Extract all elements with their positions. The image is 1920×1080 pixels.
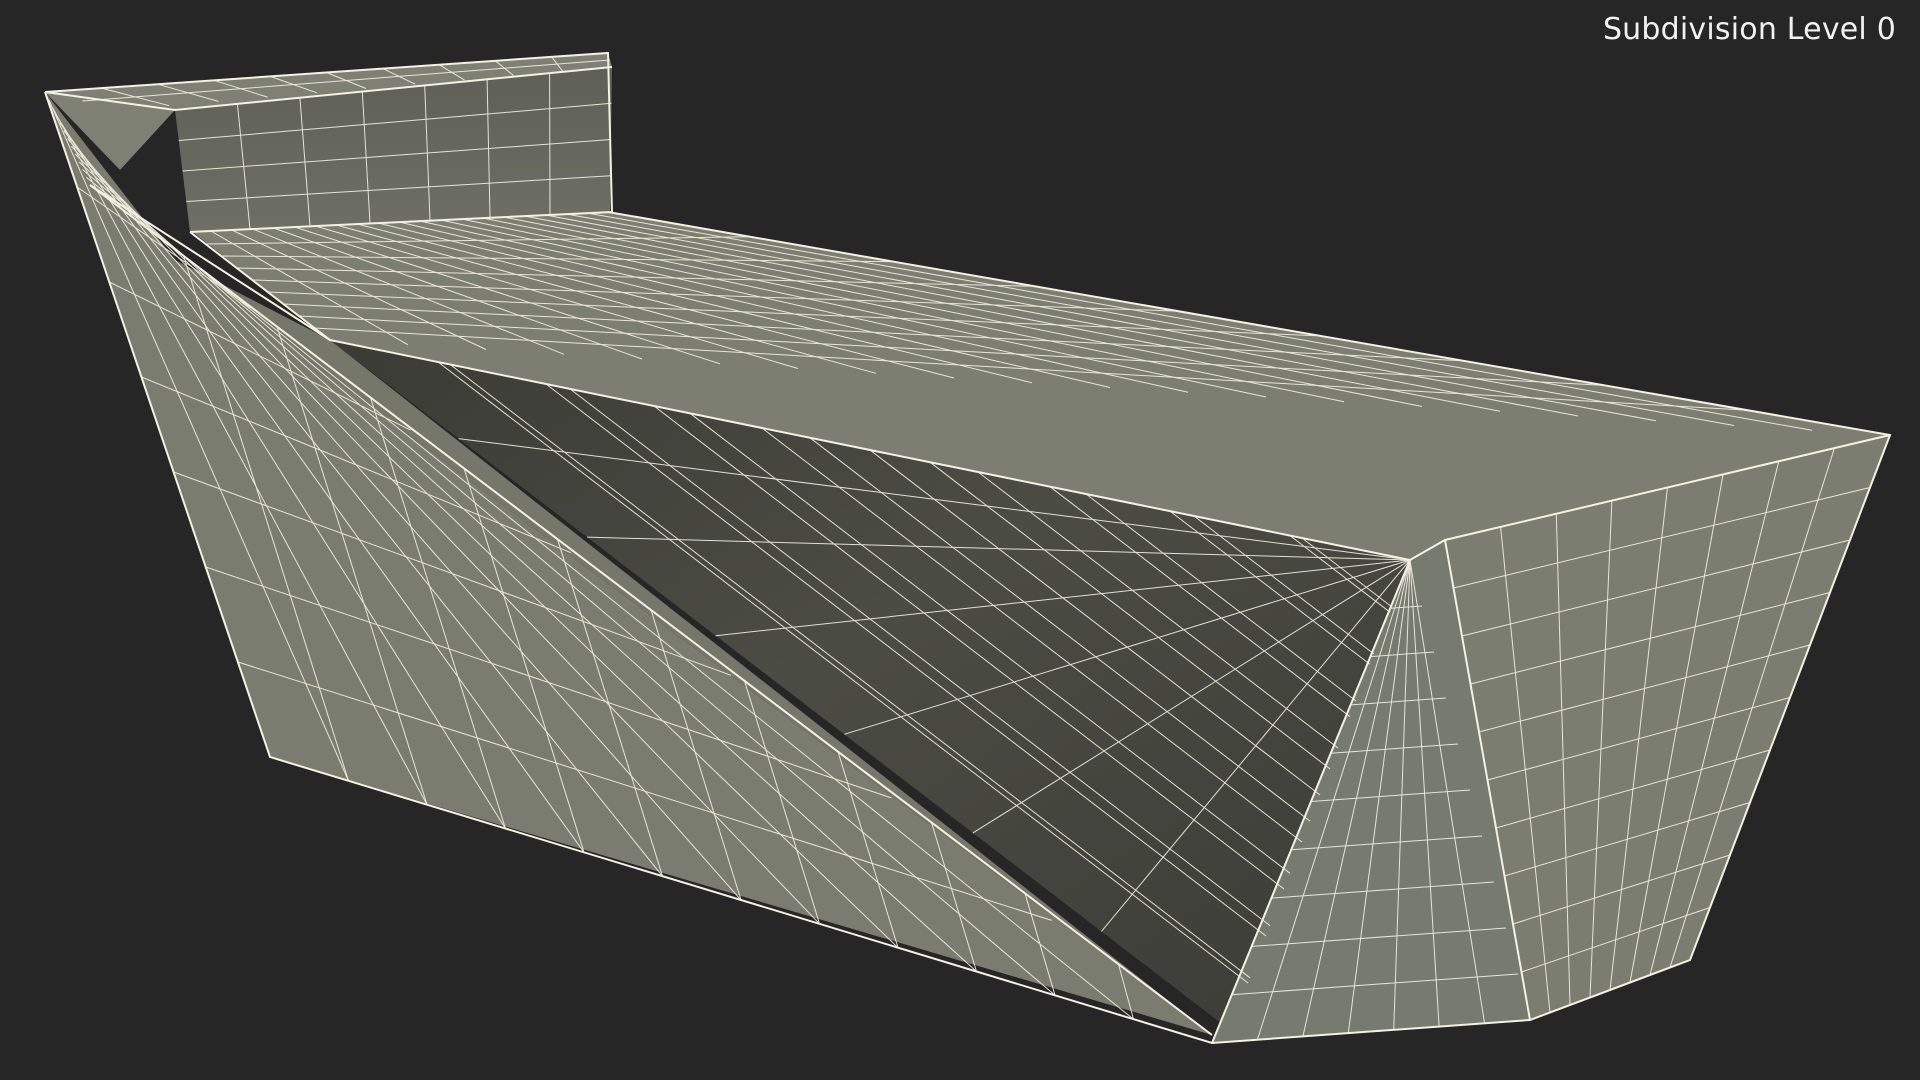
wireframe-model[interactable] <box>0 0 1920 1080</box>
subdivision-level-label: Subdivision Level 0 <box>1602 12 1896 47</box>
3d-viewport[interactable]: Subdivision Level 0 <box>0 0 1920 1080</box>
